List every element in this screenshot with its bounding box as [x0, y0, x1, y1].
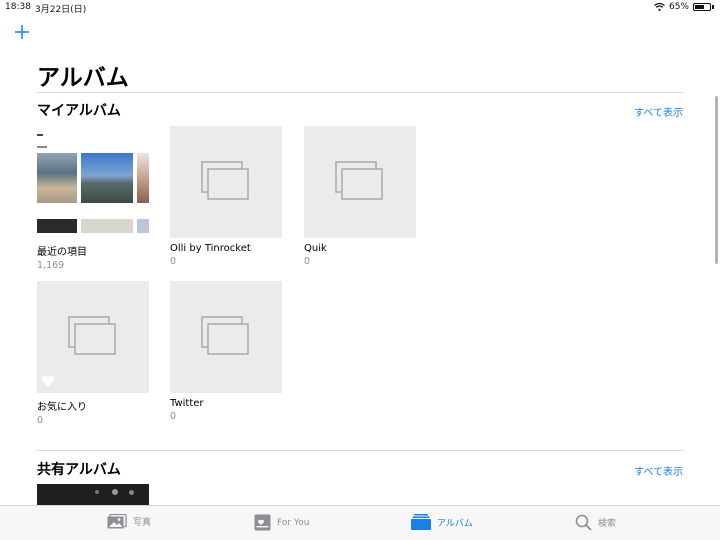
shared-album-thumbnail[interactable]: [37, 484, 149, 506]
tab-label: 写真: [133, 518, 152, 528]
album-count: 0: [170, 256, 177, 267]
album-recents[interactable]: 最近の項目 1,169: [37, 126, 149, 271]
status-right: 65%: [654, 2, 714, 12]
my-albums-title: マイアルバム: [37, 103, 121, 119]
wifi-icon: [654, 3, 665, 11]
album-count: 1,169: [37, 260, 65, 271]
tab-search[interactable]: 検索: [575, 514, 616, 531]
album-thumbnail: [37, 281, 149, 393]
battery-cap: [712, 5, 714, 9]
portrait-photo: [137, 153, 149, 203]
beach-photo: [37, 153, 77, 203]
photo-row-2c: [137, 219, 149, 233]
my-albums-see-all-link[interactable]: すべて表示: [634, 104, 683, 119]
album-count: 0: [37, 415, 44, 426]
tab-bar: 写真 For You アルバム 検索: [0, 505, 720, 540]
tab-albums[interactable]: アルバム: [411, 514, 473, 530]
photo-stack-icon: [335, 161, 383, 200]
album-name: Quik: [304, 243, 327, 254]
album-thumbnail: [37, 126, 149, 238]
album-favorites[interactable]: お気に入り 0: [37, 281, 149, 426]
album-quik[interactable]: Quik 0: [304, 126, 416, 267]
photo-stack-icon: [201, 316, 249, 355]
battery-icon: [693, 3, 711, 11]
tab-label: 検索: [598, 519, 617, 529]
battery-percent: 65%: [668, 2, 689, 12]
photo-row-2b: [81, 219, 133, 233]
album-name: Olli by Tinrocket: [170, 243, 251, 254]
tab-label: アルバム: [437, 518, 473, 529]
photos-icon: [107, 514, 127, 529]
photo-row-2a: [37, 219, 77, 233]
album-olli-by-tinrocket[interactable]: Olli by Tinrocket 0: [170, 126, 282, 267]
tab-photos[interactable]: 写真: [107, 514, 151, 529]
shared-albums-title: 共有アルバム: [37, 462, 121, 478]
status-bar: 18:38 3月22日(日) 65%: [0, 0, 720, 15]
scroll-indicator[interactable]: [715, 96, 718, 264]
album-thumbnail: [304, 126, 416, 238]
album-name: 最近の項目: [37, 247, 87, 258]
plus-icon: [15, 25, 29, 39]
page-title: アルバム: [37, 65, 129, 91]
album-name: お気に入り: [37, 402, 87, 413]
album-thumbnail: [170, 126, 282, 238]
search-icon: [575, 514, 592, 531]
status-time: 18:38: [5, 2, 31, 12]
add-album-button[interactable]: [12, 22, 32, 42]
heart-icon: [41, 375, 55, 387]
photo-stack-icon: [201, 161, 249, 200]
title-divider: [37, 92, 683, 93]
album-twitter[interactable]: Twitter 0: [170, 281, 282, 422]
section-divider: [37, 450, 683, 451]
battery-level: [695, 5, 705, 9]
for-you-icon: [254, 514, 271, 531]
album-thumbnail: [170, 281, 282, 393]
album-count: 0: [170, 411, 177, 422]
shared-albums-see-all-link[interactable]: すべて表示: [634, 463, 683, 478]
mountain-photo: [81, 153, 133, 203]
tab-for-you[interactable]: For You: [254, 514, 309, 531]
status-date: 3月22日(日): [35, 5, 87, 15]
photo-stack-icon: [68, 316, 116, 355]
album-count: 0: [304, 256, 311, 267]
mini-collage-header: [37, 126, 149, 154]
albums-icon: [411, 514, 431, 530]
album-name: Twitter: [170, 398, 204, 409]
tab-label: For You: [277, 517, 310, 528]
